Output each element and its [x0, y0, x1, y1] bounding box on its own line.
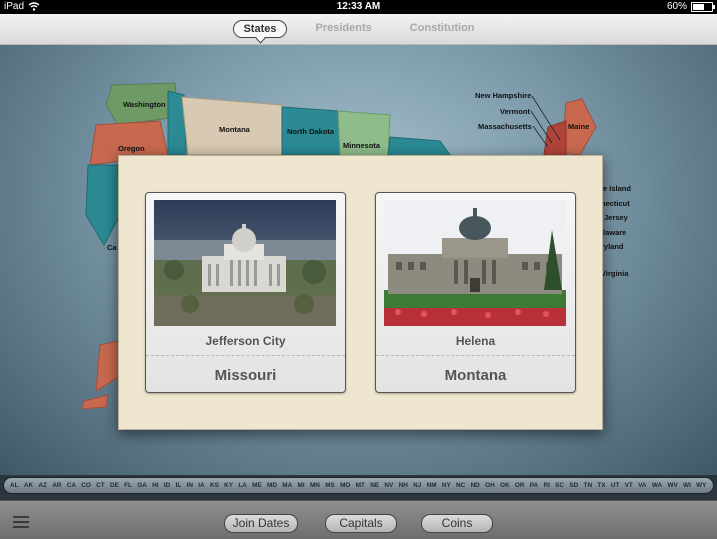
- state-abbr-mt[interactable]: MT: [356, 482, 365, 489]
- state-abbr-ky[interactable]: KY: [224, 482, 233, 489]
- capitol-photo-montana: [384, 200, 566, 326]
- capitol-building-image: [154, 200, 336, 326]
- state-abbr-wi[interactable]: WI: [683, 482, 691, 489]
- state-abbr-md[interactable]: MD: [267, 482, 277, 489]
- tab-states[interactable]: States: [233, 20, 287, 38]
- state-abbr-ct[interactable]: CT: [96, 482, 105, 489]
- state-abbr-wv[interactable]: WV: [667, 482, 677, 489]
- state-abbr-tn[interactable]: TN: [584, 482, 593, 489]
- state-abbr-ny[interactable]: NY: [442, 482, 451, 489]
- status-right: 60%: [666, 1, 715, 12]
- capital-name: Jefferson City: [205, 334, 286, 348]
- state-abbr-ma[interactable]: MA: [282, 482, 292, 489]
- status-bar: iPad 12:33 AM 60%: [0, 0, 717, 14]
- state-abbr-wa[interactable]: WA: [652, 482, 662, 489]
- battery-percent: 60%: [666, 1, 687, 12]
- state-abbr-co[interactable]: CO: [81, 482, 91, 489]
- capitol-photo-missouri: [154, 200, 336, 326]
- state-abbr-nc[interactable]: NC: [456, 482, 465, 489]
- card-divider: [376, 355, 575, 356]
- battery-icon: [691, 1, 715, 12]
- state-abbr-mn[interactable]: MN: [310, 482, 320, 489]
- capital-name: Helena: [455, 334, 496, 348]
- state-abbr-nm[interactable]: NM: [427, 482, 437, 489]
- card-divider: [146, 355, 345, 356]
- state-abbr-tx[interactable]: TX: [597, 482, 605, 489]
- tab-constitution[interactable]: Constitution: [401, 20, 484, 38]
- state-abbr-me[interactable]: ME: [252, 482, 262, 489]
- state-abbr-or[interactable]: OR: [515, 482, 525, 489]
- state-abbr-ok[interactable]: OK: [500, 482, 510, 489]
- bottom-toolbar: Join Dates Capitals Coins: [0, 500, 717, 539]
- tab-presidents[interactable]: Presidents: [307, 20, 381, 38]
- top-tab-bar: States Presidents Constitution: [0, 14, 717, 45]
- answer-card-missouri[interactable]: Jefferson City Missouri: [145, 192, 346, 393]
- state-abbr-wy[interactable]: WY: [696, 482, 706, 489]
- state-abbr-il[interactable]: IL: [176, 482, 182, 489]
- answer-card-montana[interactable]: Helena Montana: [375, 192, 576, 393]
- state-abbr-nh[interactable]: NH: [399, 482, 408, 489]
- state-abbr-sc[interactable]: SC: [555, 482, 564, 489]
- state-abbr-id[interactable]: ID: [164, 482, 170, 489]
- state-abbr-fl[interactable]: FL: [124, 482, 132, 489]
- state-abbr-al[interactable]: AL: [10, 482, 19, 489]
- state-abbr-nd[interactable]: ND: [471, 482, 480, 489]
- capital-quiz-modal: Jefferson City Missouri Helena Montana: [118, 155, 603, 430]
- state-abbr-ca[interactable]: CA: [67, 482, 76, 489]
- capitals-button[interactable]: Capitals: [325, 514, 397, 533]
- state-abbr-hi[interactable]: HI: [152, 482, 158, 489]
- menu-icon[interactable]: [13, 516, 29, 528]
- state-abbr-pa[interactable]: PA: [530, 482, 538, 489]
- state-abbr-nj[interactable]: NJ: [413, 482, 421, 489]
- state-abbr-in[interactable]: IN: [187, 482, 193, 489]
- state-abbr-ut[interactable]: UT: [611, 482, 620, 489]
- state-abbr-nv[interactable]: NV: [384, 482, 393, 489]
- state-abbr-mi[interactable]: MI: [298, 482, 305, 489]
- state-abbr-ms[interactable]: MS: [325, 482, 335, 489]
- state-abbreviation-bar: AL AK AZ AR CA CO CT DE FL GA HI ID IL IN IA KS KY LA ME MD…: [3, 477, 714, 494]
- state-abbr-ne[interactable]: NE: [370, 482, 379, 489]
- state-abbr-ga[interactable]: GA: [137, 482, 147, 489]
- state-abbr-va[interactable]: VA: [638, 482, 646, 489]
- state-abbr-de[interactable]: DE: [110, 482, 119, 489]
- state-abbr-mo[interactable]: MO: [340, 482, 350, 489]
- state-abbr-ks[interactable]: KS: [210, 482, 219, 489]
- status-time: 12:33 AM: [336, 1, 381, 12]
- state-abbr-vt[interactable]: VT: [625, 482, 633, 489]
- state-abbr-ia[interactable]: IA: [198, 482, 204, 489]
- state-abbr-la[interactable]: LA: [238, 482, 247, 489]
- state-name: Montana: [444, 367, 507, 384]
- capitol-building-image: [384, 200, 566, 326]
- state-abbr-ak[interactable]: AK: [24, 482, 33, 489]
- state-abbr-sd[interactable]: SD: [569, 482, 578, 489]
- segmented-tabs: States Presidents Constitution: [0, 20, 717, 38]
- coins-button[interactable]: Coins: [421, 514, 493, 533]
- state-abbr-ar[interactable]: AR: [52, 482, 61, 489]
- state-name: Missouri: [214, 367, 277, 384]
- state-abbr-oh[interactable]: OH: [485, 482, 495, 489]
- state-abbr-az[interactable]: AZ: [38, 482, 47, 489]
- join-dates-button[interactable]: Join Dates: [224, 514, 298, 533]
- state-abbr-ri[interactable]: RI: [543, 482, 549, 489]
